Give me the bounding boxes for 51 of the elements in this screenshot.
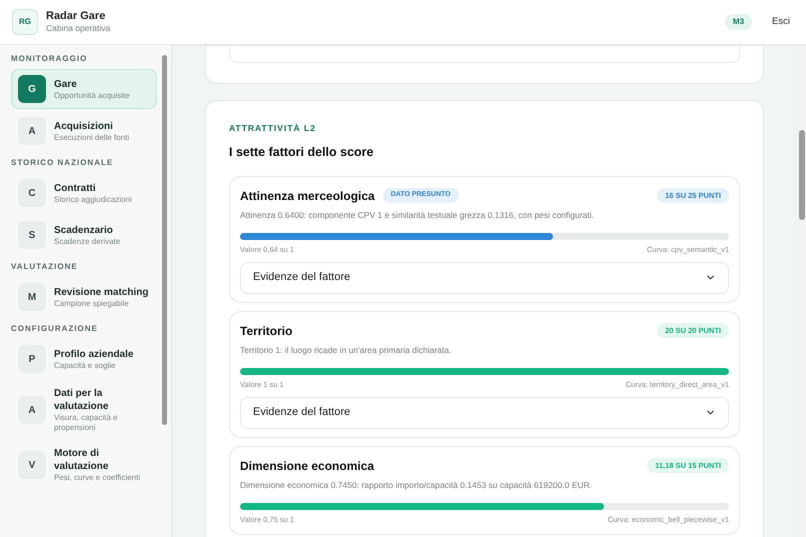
logout-link[interactable]: Esci	[772, 14, 790, 30]
factor-title: Attinenza merceologica	[240, 188, 375, 204]
nav-subtitle: Scadenze derivate	[54, 236, 120, 246]
nav-item[interactable]: P Profilo aziendale Capacità e soglie	[11, 339, 157, 379]
nav-item[interactable]: V Motore di valutazione Pesi, curve e coefficienti	[11, 441, 157, 489]
nav-item[interactable]: C Contratti Storico aggiudicazioni	[11, 173, 157, 213]
nav-title: Acquisizioni	[54, 120, 114, 132]
nav-letter-icon: A	[18, 117, 46, 145]
nav-title: Profilo aziendale	[54, 348, 134, 360]
nav-subtitle: Opportunità acquisite	[54, 90, 130, 100]
nav-subtitle: Capacità e soglie	[54, 360, 116, 370]
section-label: VALUTAZIONE	[11, 261, 79, 273]
nav-title: Revisione matching	[54, 286, 148, 298]
brand-logo: RG	[12, 9, 38, 35]
nav-subtitle: Esecuzioni delle fonti	[54, 132, 130, 142]
brand-subtitle: Cabina operativa	[46, 23, 110, 34]
factor-title: Dimensione economica	[240, 458, 374, 474]
evidence-dropdown[interactable]: Evidenze del fattore	[240, 262, 729, 294]
nav-letter-icon: M	[18, 283, 46, 311]
nav-item[interactable]: A Acquisizioni Esecuzioni delle fonti	[11, 111, 157, 151]
factor-title: Territorio	[240, 322, 292, 340]
nav-title: Dati per la valutazione	[54, 387, 110, 413]
user-badge: M3	[724, 14, 752, 30]
nav-item[interactable]: G Gare Opportunità acquisite	[11, 69, 157, 109]
section-eyebrow: ATTRATTIVITÀ L2	[229, 122, 317, 135]
nav-title: Scadenzario	[54, 224, 114, 236]
nav-subtitle: Campione spiegabile	[54, 298, 130, 308]
nav-item[interactable]: A Dati per la valutazione Visura, capacità e propensioni	[11, 381, 157, 439]
nav-letter-icon: S	[18, 221, 46, 249]
factor-description: Attinenza 0.6400: componente CPV 1 e similarità testuale grezza 0.1316, con pesi configurati.	[240, 208, 595, 222]
section-title: I sette fattori dello score	[229, 144, 374, 161]
nav-letter-icon: P	[18, 345, 46, 373]
factor-description: Dimensione economica 0.7450: rapporto importo/capacità 0.1453 su capacità 619200.0 EUR.	[240, 478, 594, 492]
nav-title: Motore di valutazione	[54, 447, 110, 473]
nav-title: Gare	[54, 78, 78, 90]
section-label: STORICO NAZIONALE	[11, 157, 114, 169]
nav-subtitle: Storico aggiudicazioni	[54, 194, 132, 204]
brand-title: Radar Gare	[46, 10, 106, 23]
nav-letter-icon: C	[18, 179, 46, 207]
section-label: CONFIGURAZIONE	[11, 323, 99, 335]
factor-description: Territorio 1: il luogo ricade in un'area primaria dichiarata.	[240, 344, 452, 356]
nav-letter-icon: V	[18, 451, 46, 479]
nav-subtitle: Visura, capacità e propensioni	[54, 413, 118, 433]
nav-title: Contratti	[54, 182, 97, 194]
nav-letter-icon: A	[18, 396, 46, 424]
nav-letter-icon: G	[18, 75, 46, 103]
evidence-dropdown[interactable]: Evidenze del fattore	[240, 396, 729, 428]
nav-item[interactable]: M Revisione matching Campione spiegabile	[11, 277, 157, 317]
nav-subtitle: Pesi, curve e coefficienti	[54, 473, 142, 483]
section-label: MONITORAGGIO	[11, 53, 88, 65]
nav-item[interactable]: S Scadenzario Scadenze derivate	[11, 215, 157, 255]
